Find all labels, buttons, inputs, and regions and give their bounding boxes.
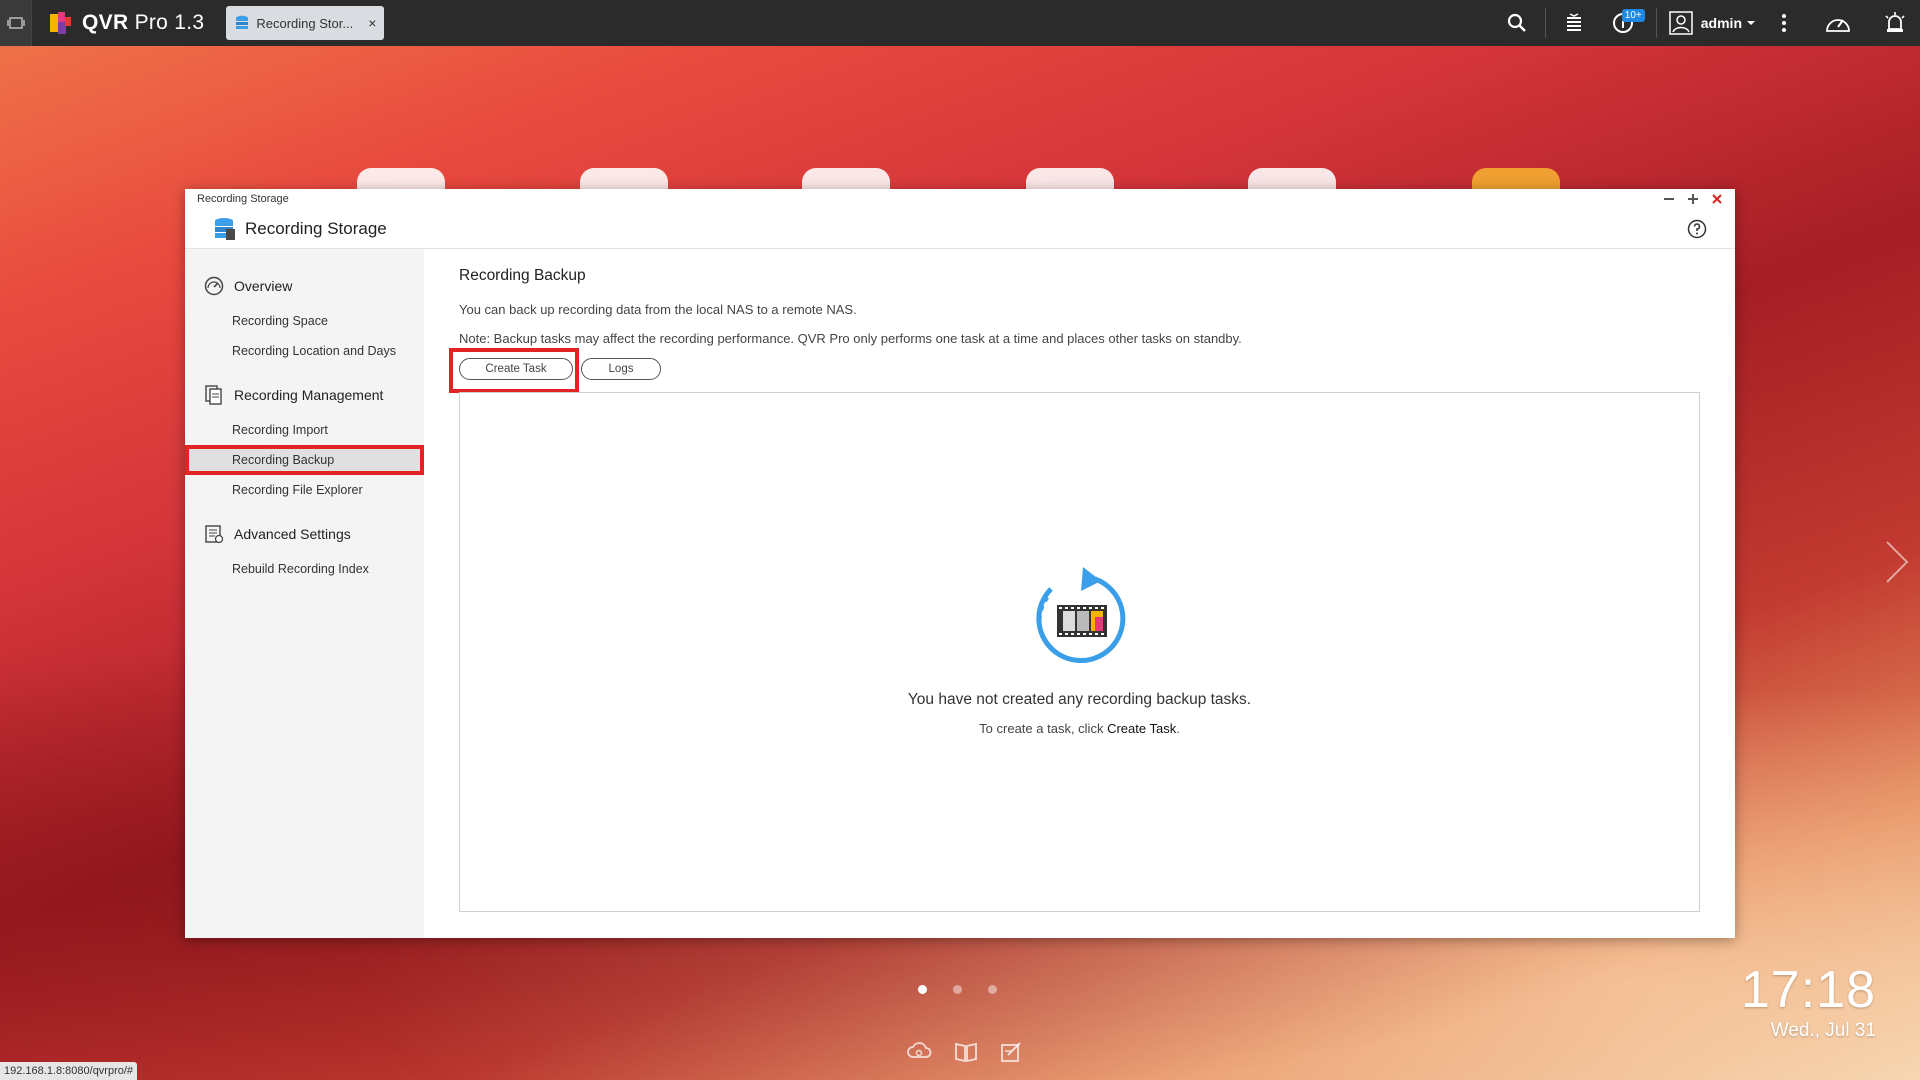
notification-badge: 10+ bbox=[1621, 9, 1645, 22]
sidebar: Overview Recording Space Recording Locat… bbox=[185, 249, 424, 938]
sidebar-group-recording-management[interactable]: Recording Management bbox=[185, 384, 424, 406]
logs-button[interactable]: Logs bbox=[581, 358, 661, 380]
next-page-arrow-icon[interactable] bbox=[1884, 540, 1910, 584]
show-desktop-button[interactable] bbox=[0, 0, 32, 46]
more-icon bbox=[1782, 14, 1786, 32]
desktop-clock: 17:18 Wed., Jul 31 bbox=[1741, 962, 1876, 1042]
recording-storage-window: Recording Storage Recording Storage Over… bbox=[185, 189, 1735, 938]
task-list-panel: You have not created any recording backu… bbox=[459, 392, 1700, 912]
app-logo: QVR Pro 1.3 bbox=[50, 11, 204, 35]
divider bbox=[1655, 8, 1657, 38]
note-text: Note: Backup tasks may affect the record… bbox=[459, 331, 1242, 346]
sidebar-item-recording-import[interactable]: Recording Import bbox=[185, 415, 424, 445]
files-icon bbox=[203, 384, 225, 406]
storage-icon bbox=[236, 15, 249, 29]
window-titlebar-text: Recording Storage bbox=[197, 193, 289, 205]
note-edit-icon[interactable] bbox=[1000, 1041, 1024, 1063]
empty-state-suffix: . bbox=[1176, 721, 1180, 736]
search-button[interactable] bbox=[1495, 0, 1539, 46]
action-buttons: Create Task Logs bbox=[449, 348, 1701, 393]
sidebar-item-recording-location-and-days[interactable]: Recording Location and Days bbox=[185, 336, 424, 366]
backup-empty-illustration-icon bbox=[1035, 567, 1125, 664]
top-bar-actions: 10+ admin bbox=[1495, 0, 1920, 46]
more-options-button[interactable] bbox=[1762, 0, 1806, 46]
sidebar-group-advanced-settings[interactable]: Advanced Settings bbox=[185, 523, 424, 545]
empty-state-subtitle: To create a task, click Create Task. bbox=[979, 721, 1180, 736]
window-controls bbox=[1663, 193, 1723, 205]
desktop-page-indicator bbox=[918, 985, 997, 994]
notifications-button[interactable]: 10+ bbox=[1596, 0, 1650, 46]
gauge-icon bbox=[203, 275, 225, 297]
tab-label: Recording Stor... bbox=[256, 15, 354, 31]
user-name: admin bbox=[1700, 15, 1742, 31]
page-dot[interactable] bbox=[988, 985, 997, 994]
background-tasks-button[interactable] bbox=[1552, 0, 1596, 46]
help-icon[interactable] bbox=[1687, 219, 1707, 239]
sidebar-group-label: Overview bbox=[234, 278, 293, 294]
app-name: QVR bbox=[82, 11, 129, 34]
cloud-icon[interactable] bbox=[906, 1041, 932, 1061]
sidebar-item-rebuild-recording-index[interactable]: Rebuild Recording Index bbox=[185, 554, 424, 584]
bottom-tray bbox=[906, 1041, 1024, 1063]
close-icon[interactable] bbox=[1711, 193, 1723, 205]
window-titlebar[interactable]: Recording Storage bbox=[185, 189, 1735, 209]
page-title: Recording Backup bbox=[459, 267, 586, 284]
book-icon[interactable] bbox=[954, 1041, 978, 1063]
user-icon bbox=[1669, 11, 1693, 35]
sidebar-item-recording-backup[interactable]: Recording Backup bbox=[185, 445, 424, 475]
highlight-box bbox=[449, 348, 579, 393]
top-bar: QVR Pro 1.3 Recording Stor... × 10+ admi… bbox=[0, 0, 1920, 46]
maximize-icon[interactable] bbox=[1687, 193, 1699, 205]
clock-time: 17:18 bbox=[1740, 961, 1876, 1019]
qvr-logo-icon bbox=[50, 12, 72, 34]
chevron-down-icon bbox=[1747, 21, 1755, 25]
app-version: Pro 1.3 bbox=[134, 11, 205, 34]
clock-date: Wed., Jul 31 bbox=[1770, 1020, 1876, 1041]
minimize-icon[interactable] bbox=[1663, 193, 1675, 205]
empty-state-prefix: To create a task, click bbox=[979, 721, 1108, 736]
sidebar-group-overview[interactable]: Overview bbox=[185, 275, 424, 297]
description-text: You can back up recording data from the … bbox=[459, 302, 857, 317]
divider bbox=[1544, 8, 1546, 38]
status-url: 192.168.1.8:8080/qvrpro/# bbox=[0, 1062, 138, 1080]
empty-state-title: You have not created any recording backu… bbox=[907, 691, 1252, 708]
create-task-link[interactable]: Create Task bbox=[1107, 721, 1176, 736]
dashboard-icon bbox=[1826, 19, 1850, 32]
sidebar-group-label: Recording Management bbox=[234, 387, 384, 403]
page-dot[interactable] bbox=[918, 985, 927, 994]
sidebar-item-recording-file-explorer[interactable]: Recording File Explorer bbox=[185, 475, 424, 505]
alarm-icon bbox=[1885, 12, 1905, 32]
window-title: Recording Storage bbox=[245, 218, 387, 238]
main-content: Recording Backup You can back up recordi… bbox=[424, 249, 1735, 938]
settings-list-icon bbox=[203, 523, 225, 545]
page-dot[interactable] bbox=[953, 985, 962, 994]
desktop-icon bbox=[6, 17, 25, 29]
storage-icon bbox=[215, 217, 235, 240]
search-icon bbox=[1507, 13, 1526, 32]
tasks-icon bbox=[1566, 13, 1581, 31]
tab-recording-storage[interactable]: Recording Stor... × bbox=[226, 6, 385, 40]
sidebar-item-recording-space[interactable]: Recording Space bbox=[185, 306, 424, 336]
event-notification-button[interactable] bbox=[1870, 0, 1920, 46]
user-menu[interactable]: admin bbox=[1663, 0, 1762, 46]
dashboard-button[interactable] bbox=[1806, 0, 1870, 46]
window-header: Recording Storage bbox=[185, 209, 1735, 249]
window-body: Overview Recording Space Recording Locat… bbox=[185, 249, 1735, 938]
tab-close-icon[interactable]: × bbox=[368, 15, 376, 31]
sidebar-group-label: Advanced Settings bbox=[234, 526, 351, 542]
